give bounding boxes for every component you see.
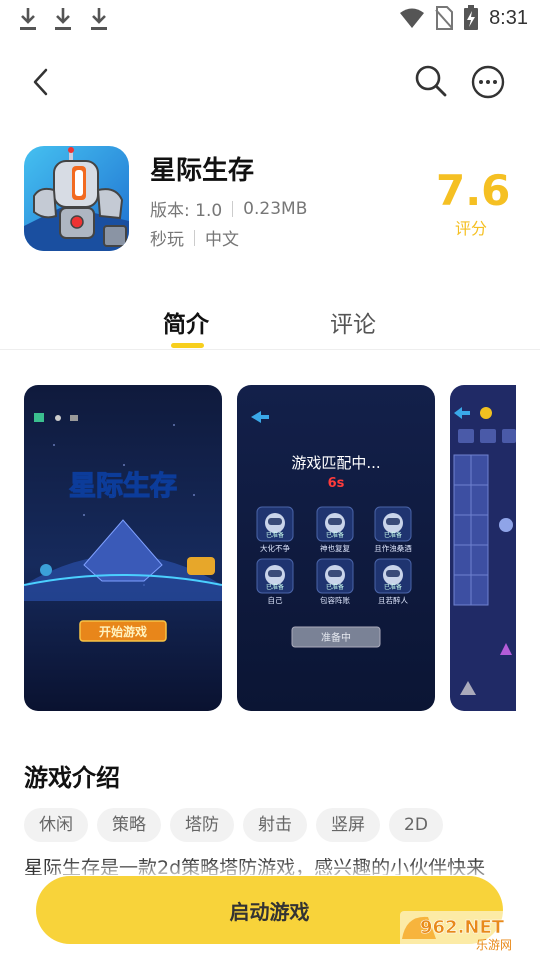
player-slot: 已准备 xyxy=(316,506,354,542)
no-sim-icon xyxy=(435,6,454,30)
app-icon xyxy=(24,146,129,251)
player-slot: 已准备 xyxy=(256,506,294,542)
divider xyxy=(194,229,195,246)
divider xyxy=(232,200,234,217)
svg-text:已准备: 已准备 xyxy=(266,531,284,539)
intro-description: 星际生存是一款2d策略塔防游戏，感兴趣的小伙伴快来 xyxy=(24,857,486,875)
player-slot: 已准备 xyxy=(374,558,412,594)
svg-text:已准备: 已准备 xyxy=(326,583,344,591)
download-icon xyxy=(20,8,36,30)
player-name-5: 包容阵账 xyxy=(320,595,350,605)
start-game-label: 开始游戏 xyxy=(99,624,147,639)
top-app-bar xyxy=(0,56,540,108)
svg-text:已准备: 已准备 xyxy=(266,583,284,591)
player-name-1: 大化不争 xyxy=(260,543,290,553)
app-name: 星际生存 xyxy=(150,156,255,186)
player-name-3: 且作浊桑酒 xyxy=(374,543,412,553)
player-slot: 已准备 xyxy=(374,506,412,542)
svg-text:已准备: 已准备 xyxy=(384,583,402,591)
download-icon xyxy=(91,8,107,30)
player-name-2: 神也复复 xyxy=(320,543,350,553)
wifi-icon xyxy=(400,8,425,28)
tag[interactable]: 竖屏 xyxy=(316,808,380,842)
ready-status-button: 准备中 xyxy=(321,631,351,644)
rating-score: 7.6 xyxy=(436,166,511,215)
tab-comments[interactable]: 评论 xyxy=(330,305,376,339)
game-logo: 星际生存 xyxy=(69,471,177,502)
app-version: 版本: 1.0 xyxy=(150,201,223,221)
divider xyxy=(0,349,540,350)
app-meta-version: 版本: 1.0 0.23MB xyxy=(150,196,308,222)
tag[interactable]: 塔防 xyxy=(170,808,234,842)
tag[interactable]: 策略 xyxy=(97,808,161,842)
svg-text:已准备: 已准备 xyxy=(384,531,402,539)
screenshot-3[interactable] xyxy=(450,385,516,711)
screenshot-2[interactable]: 游戏匹配中... 6s 已准备 大化不争 已准备 神也复复 已准备 且作浊桑酒 … xyxy=(237,385,435,711)
battery-charging-icon xyxy=(464,5,479,30)
player-slot: 已准备 xyxy=(256,558,294,594)
intro-section-title: 游戏介绍 xyxy=(24,764,120,792)
tag[interactable]: 射击 xyxy=(243,808,307,842)
svg-text:已准备: 已准备 xyxy=(326,531,344,539)
search-icon[interactable] xyxy=(414,64,448,98)
app-meta-category: 秒玩 中文 xyxy=(150,225,239,250)
status-bar: 8:31 xyxy=(0,0,540,36)
svg-text:962.NET: 962.NET xyxy=(420,917,505,938)
download-icon xyxy=(55,8,71,30)
svg-text:乐游网: 乐游网 xyxy=(476,938,512,952)
tag[interactable]: 2D xyxy=(389,808,443,842)
more-options-icon[interactable] xyxy=(470,64,506,100)
app-size: 0.23MB xyxy=(243,198,308,219)
screenshot-1[interactable]: 星际生存 开始游戏 xyxy=(24,385,222,711)
player-name-6: 且若醉人 xyxy=(378,595,408,605)
site-watermark-logo: 962.NET 乐游网 xyxy=(400,911,532,952)
tag[interactable]: 休闲 xyxy=(24,808,88,842)
matching-countdown: 6s xyxy=(328,476,345,491)
clock: 8:31 xyxy=(489,6,528,29)
active-tab-indicator xyxy=(171,343,204,348)
matching-title: 游戏匹配中... xyxy=(291,454,380,472)
app-language: 中文 xyxy=(205,230,239,250)
back-arrow-icon[interactable] xyxy=(26,64,58,100)
rating-label: 评分 xyxy=(454,219,487,238)
player-slot: 已准备 xyxy=(316,558,354,594)
tab-intro[interactable]: 简介 xyxy=(163,305,209,339)
player-name-4: 自己 xyxy=(268,595,283,605)
tag-list: 休闲 策略 塔防 射击 竖屏 2D xyxy=(24,808,443,842)
app-category: 秒玩 xyxy=(150,230,184,250)
